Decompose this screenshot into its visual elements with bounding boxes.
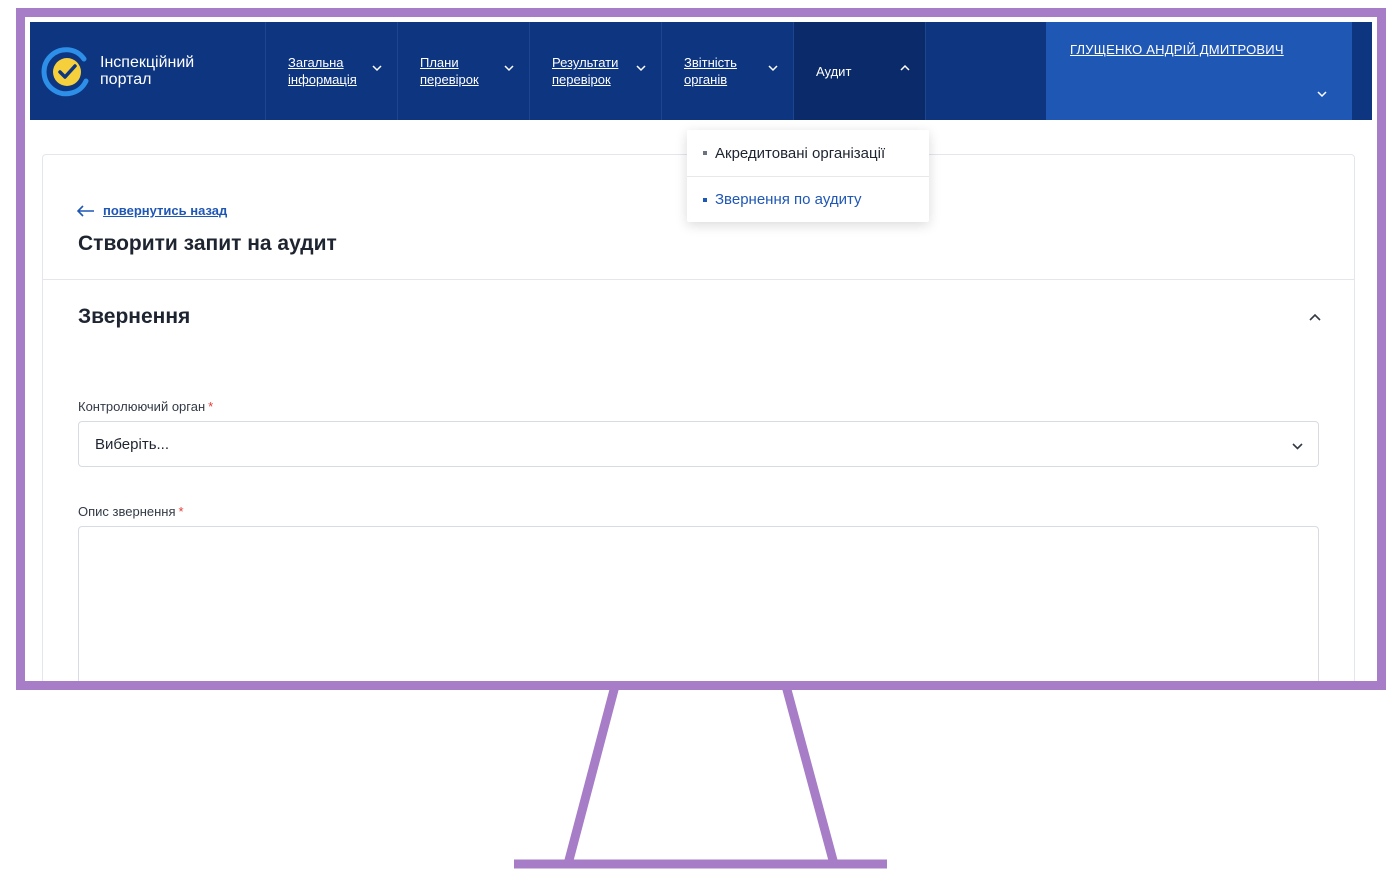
nav-item-authority-reports[interactable]: Звітність органів xyxy=(662,22,794,120)
authority-select[interactable]: Виберіть... xyxy=(78,421,1319,467)
description-label-text: Опис звернення xyxy=(78,504,176,519)
brand-name-line1: Інспекційний xyxy=(100,54,195,71)
audit-dropdown-menu: Акредитовані організації Звернення по ау… xyxy=(687,130,929,222)
brand-logo[interactable]: Інспекційний портал xyxy=(30,22,266,120)
authority-label-text: Контролюючий орган xyxy=(78,399,206,414)
divider xyxy=(43,279,1354,280)
chevron-down-icon xyxy=(1317,91,1327,98)
bullet-icon xyxy=(703,151,707,155)
required-mark: * xyxy=(178,504,184,519)
user-menu[interactable]: ГЛУЩЕНКО АНДРІЙ ДМИТРОВИЧ xyxy=(1046,22,1352,120)
chevron-down-icon xyxy=(636,65,646,72)
nav-item-audit[interactable]: Аудит xyxy=(794,22,926,120)
arrow-left-icon xyxy=(77,204,94,217)
nav-item-label: Аудит xyxy=(816,63,852,79)
nav-item-label: Результати перевірок xyxy=(552,55,619,87)
bullet-icon xyxy=(703,197,707,202)
page-title: Створити запит на аудит xyxy=(78,232,337,255)
dropdown-item-accredited-orgs[interactable]: Акредитовані організації xyxy=(687,130,929,176)
nav-item-label: Звітність органів xyxy=(684,55,737,87)
dropdown-item-label: Акредитовані організації xyxy=(715,144,886,162)
description-textarea[interactable] xyxy=(78,526,1319,681)
nav-item-inspection-results[interactable]: Результати перевірок xyxy=(530,22,662,120)
chevron-down-icon xyxy=(504,65,514,72)
dropdown-item-audit-requests[interactable]: Звернення по аудиту xyxy=(687,176,929,222)
nav-item-label: Загальна інформація xyxy=(288,55,357,87)
required-mark: * xyxy=(208,399,214,414)
description-label: Опис звернення * xyxy=(78,504,184,519)
check-circle-icon xyxy=(41,47,89,97)
chevron-down-icon xyxy=(768,65,778,72)
back-link-label: повернутись назад xyxy=(103,203,228,218)
monitor-frame: Інспекційний портал Загальна інформація … xyxy=(16,8,1386,690)
screen: Інспекційний портал Загальна інформація … xyxy=(30,22,1372,681)
top-navbar: Інспекційний портал Загальна інформація … xyxy=(30,22,1372,120)
chevron-down-icon xyxy=(372,65,382,72)
chevron-up-icon[interactable] xyxy=(1308,311,1322,325)
nav-item-label: Плани перевірок xyxy=(420,55,479,87)
authority-label: Контролюючий орган * xyxy=(78,399,213,414)
nav-end xyxy=(1352,22,1364,120)
nav-item-general-info[interactable]: Загальна інформація xyxy=(266,22,398,120)
chevron-up-icon xyxy=(900,64,910,71)
authority-select-value: Виберіть... xyxy=(95,435,170,453)
chevron-down-icon xyxy=(1292,443,1303,450)
back-link[interactable]: повернутись назад xyxy=(77,203,227,218)
user-name[interactable]: ГЛУЩЕНКО АНДРІЙ ДМИТРОВИЧ xyxy=(1070,42,1284,57)
dropdown-item-label: Звернення по аудиту xyxy=(715,191,862,208)
section-title: Звернення xyxy=(78,305,191,328)
brand-name-line2: портал xyxy=(100,71,152,88)
request-form-card: повернутись назад Створити запит на ауди… xyxy=(42,154,1355,681)
nav-item-inspection-plans[interactable]: Плани перевірок xyxy=(398,22,530,120)
